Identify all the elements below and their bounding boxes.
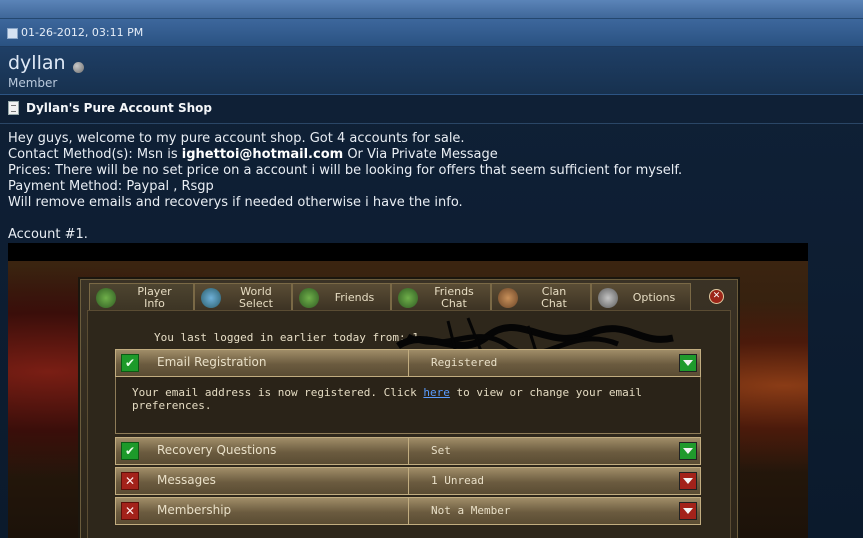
post-title: Dyllan's Pure Account Shop xyxy=(26,101,212,115)
email-message: Your email address is now registered. Cl… xyxy=(132,386,700,412)
game-screenshot: Player Info World Select Friends Friends… xyxy=(8,243,808,538)
row-separator xyxy=(408,438,409,464)
tab-label: Player Info xyxy=(137,284,172,310)
message-line: Will remove emails and recoverys if need… xyxy=(8,195,463,210)
here-link[interactable]: here xyxy=(423,386,450,399)
post-title-row: Dyllan's Pure Account Shop xyxy=(8,101,212,115)
message-line: Contact Method(s): Msn is ighettoi@hotma… xyxy=(8,147,682,163)
tab-friends-chat[interactable]: Friends Chat xyxy=(391,283,491,311)
account-panel: Player Info World Select Friends Friends… xyxy=(80,279,738,538)
message-line: Payment Method: Paypal , Rsgp xyxy=(8,179,214,194)
tab-world-select[interactable]: World Select xyxy=(194,283,292,311)
post-date-bar: 01-26-2012, 03:11 PM xyxy=(0,19,863,47)
top-strip xyxy=(0,0,863,19)
row-name: Messages xyxy=(157,473,216,487)
contact-label: Contact Method(s): Msn is xyxy=(8,147,182,162)
friends-icon xyxy=(299,287,319,308)
messages-row[interactable]: ✕ Messages 1 Unread xyxy=(115,467,701,495)
email-registration-row[interactable]: ✔ Email Registration Registered xyxy=(115,349,701,377)
post-icon xyxy=(7,28,18,39)
message-line: Account #1. xyxy=(8,227,88,242)
close-icon[interactable]: ✕ xyxy=(709,289,724,304)
membership-row[interactable]: ✕ Membership Not a Member xyxy=(115,497,701,525)
row-value: 1 Unread xyxy=(431,474,484,487)
row-separator xyxy=(408,468,409,494)
contact-suffix: Or Via Private Message xyxy=(343,147,498,162)
message-line: Prices: There will be no set price on a … xyxy=(8,163,683,178)
message-line: Hey guys, welcome to my pure account sho… xyxy=(8,131,465,146)
row-separator xyxy=(408,350,409,376)
row-separator xyxy=(408,498,409,524)
row-value: Registered xyxy=(431,356,498,369)
tab-clan-chat[interactable]: Clan Chat xyxy=(491,283,591,311)
post-date: 01-26-2012, 03:11 PM xyxy=(21,26,144,39)
row-name: Recovery Questions xyxy=(157,443,277,457)
friends-chat-icon xyxy=(398,287,418,308)
x-icon: ✕ xyxy=(121,502,139,520)
clan-icon xyxy=(498,287,518,308)
check-icon: ✔ xyxy=(121,442,139,460)
tab-bar: Player Info World Select Friends Friends… xyxy=(81,280,737,311)
player-icon xyxy=(96,287,116,308)
contact-email: ighettoi@hotmail.com xyxy=(181,147,344,162)
post-message: Hey guys, welcome to my pure account sho… xyxy=(8,131,682,243)
chevron-down-icon[interactable] xyxy=(679,472,697,490)
last-login-text: You last logged in earlier today from: 1 xyxy=(154,331,419,344)
user-info-block: dyllan Member xyxy=(0,47,863,95)
tools-icon xyxy=(598,287,618,308)
chevron-down-icon[interactable] xyxy=(679,442,697,460)
divider xyxy=(0,123,863,124)
tab-friends[interactable]: Friends xyxy=(292,283,391,311)
tab-player-info[interactable]: Player Info xyxy=(89,283,194,311)
chevron-down-icon[interactable] xyxy=(679,502,697,520)
email-msg-text: Your email address is now registered. Cl… xyxy=(132,386,424,399)
row-name: Membership xyxy=(157,503,232,517)
user-title: Member xyxy=(8,76,58,90)
player-info-content: You last logged in earlier today from: 1… xyxy=(87,310,731,538)
tab-label: Clan Chat xyxy=(541,284,567,310)
document-icon xyxy=(8,101,19,115)
chevron-down-icon[interactable] xyxy=(679,354,697,372)
email-details: Your email address is now registered. Cl… xyxy=(115,377,701,434)
recovery-questions-row[interactable]: ✔ Recovery Questions Set xyxy=(115,437,701,465)
message-line-blank xyxy=(8,211,682,227)
globe-icon xyxy=(201,287,221,308)
row-name: Email Registration xyxy=(157,355,267,369)
check-icon: ✔ xyxy=(121,354,139,372)
row-value: Not a Member xyxy=(431,504,511,517)
tab-label: Friends xyxy=(334,290,375,304)
x-icon: ✕ xyxy=(121,472,139,490)
username-link[interactable]: dyllan xyxy=(8,52,66,74)
row-value: Set xyxy=(431,444,451,457)
tab-options[interactable]: Options xyxy=(591,283,691,311)
tab-label: Options xyxy=(632,290,676,304)
offline-status-icon xyxy=(73,62,84,73)
tab-label: World Select xyxy=(239,284,273,310)
tab-label: Friends Chat xyxy=(434,284,474,310)
